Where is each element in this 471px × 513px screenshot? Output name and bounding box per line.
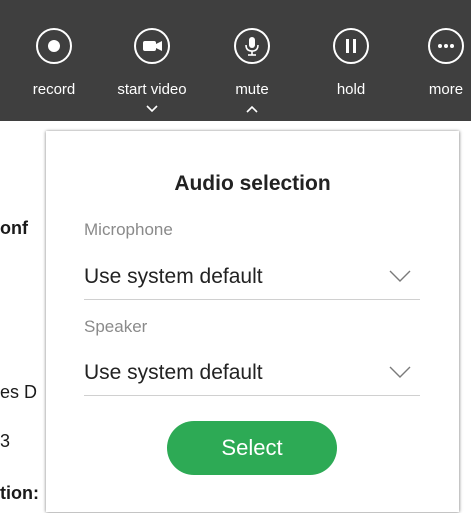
background-text-fragment: es D	[0, 382, 38, 402]
microphone-select-value: Use system default	[84, 265, 263, 288]
chevron-down-icon[interactable]	[145, 104, 159, 114]
audio-selection-popover: Audio selection Microphone Use system de…	[46, 131, 459, 512]
background-label-fragment: tion:	[0, 483, 39, 503]
pause-icon	[333, 28, 369, 64]
chevron-down-icon	[389, 270, 411, 282]
start-video-label: start video	[117, 81, 187, 98]
microphone-select[interactable]: Use system default	[84, 259, 420, 300]
more-button[interactable]: more	[400, 0, 471, 121]
speaker-label: Speaker	[84, 317, 148, 336]
more-label: more	[428, 81, 464, 98]
background-number-fragment: 3	[0, 431, 11, 451]
video-camera-icon	[134, 28, 170, 64]
more-dots-icon	[428, 28, 464, 64]
mute-button[interactable]: mute	[206, 0, 298, 121]
popover-title: Audio selection	[174, 172, 331, 195]
record-icon	[36, 28, 72, 64]
record-button[interactable]: record	[8, 0, 100, 121]
microphone-label: Microphone	[84, 220, 173, 239]
chevron-down-icon	[389, 366, 411, 378]
background-heading-fragment: onf	[0, 218, 28, 238]
chevron-up-icon[interactable]	[245, 104, 259, 114]
speaker-select[interactable]: Use system default	[84, 355, 420, 396]
hold-label: hold	[336, 81, 366, 98]
hold-button[interactable]: hold	[305, 0, 397, 121]
start-video-button[interactable]: start video	[106, 0, 198, 121]
microphone-icon	[234, 28, 270, 64]
call-toolbar: record start video mute hold more	[0, 0, 471, 121]
record-label: record	[32, 81, 76, 98]
speaker-select-value: Use system default	[84, 361, 263, 384]
mute-label: mute	[235, 81, 269, 98]
select-button[interactable]: Select	[167, 421, 337, 475]
